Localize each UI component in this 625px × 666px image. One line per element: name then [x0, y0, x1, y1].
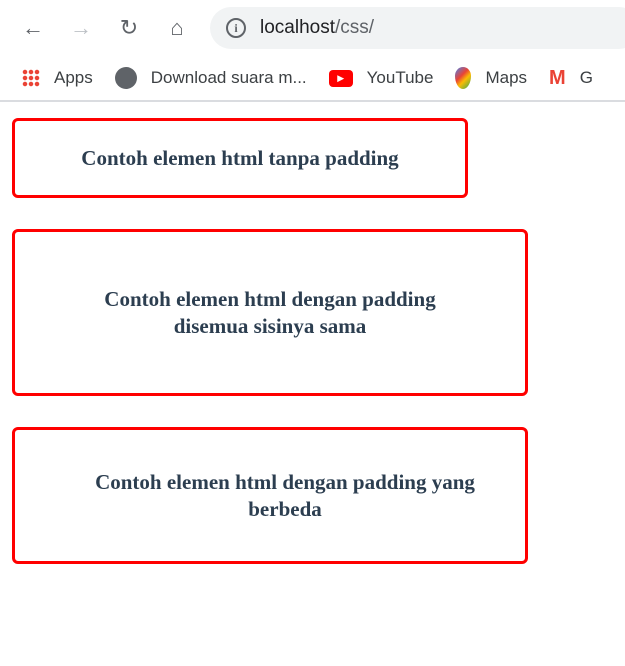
bookmark-youtube[interactable]: ▶ YouTube	[328, 68, 434, 88]
back-icon[interactable]: ←	[19, 14, 47, 42]
bookmark-gmail[interactable]: M G	[549, 67, 593, 90]
bookmarks-bar: Apps Download suara m... ▶ YouTube Maps …	[0, 56, 625, 102]
info-icon[interactable]: i	[226, 18, 246, 38]
apps-grid-icon	[22, 69, 40, 87]
bookmark-label: Maps	[485, 68, 528, 87]
box-text: Contoh elemen html dengan padding yang b…	[95, 469, 475, 521]
box-equal-padding: Contoh elemen html dengan padding disemu…	[12, 229, 528, 396]
bookmark-label: G	[579, 68, 593, 87]
bookmark-maps[interactable]: Maps	[455, 67, 527, 89]
globe-icon	[114, 67, 137, 89]
url-path: /css/	[335, 17, 375, 38]
url-host: localhost	[260, 17, 335, 38]
browser-toolbar: ← → ↻ ⌂ i localhost/css/	[0, 0, 625, 56]
bookmark-label: YouTube	[366, 68, 434, 87]
box-text: Contoh elemen html dengan padding disemu…	[104, 286, 436, 338]
gmail-icon: M	[549, 66, 566, 89]
box-no-padding: Contoh elemen html tanpa padding	[12, 118, 468, 198]
box-text: Contoh elemen html tanpa padding	[81, 145, 399, 170]
bookmark-label: Apps	[54, 68, 93, 87]
maps-pin-icon	[455, 67, 472, 89]
address-bar[interactable]: i localhost/css/	[210, 7, 625, 49]
home-icon[interactable]: ⌂	[163, 14, 191, 42]
youtube-icon: ▶	[328, 69, 353, 87]
bookmark-download[interactable]: Download suara m...	[114, 67, 307, 89]
bookmark-label: Download suara m...	[150, 68, 307, 87]
bookmark-apps[interactable]: Apps	[22, 68, 93, 88]
forward-icon[interactable]: →	[67, 14, 95, 42]
reload-icon[interactable]: ↻	[115, 14, 143, 42]
url-text[interactable]: localhost/css/	[260, 17, 374, 39]
box-different-padding: Contoh elemen html dengan padding yang b…	[12, 427, 528, 564]
